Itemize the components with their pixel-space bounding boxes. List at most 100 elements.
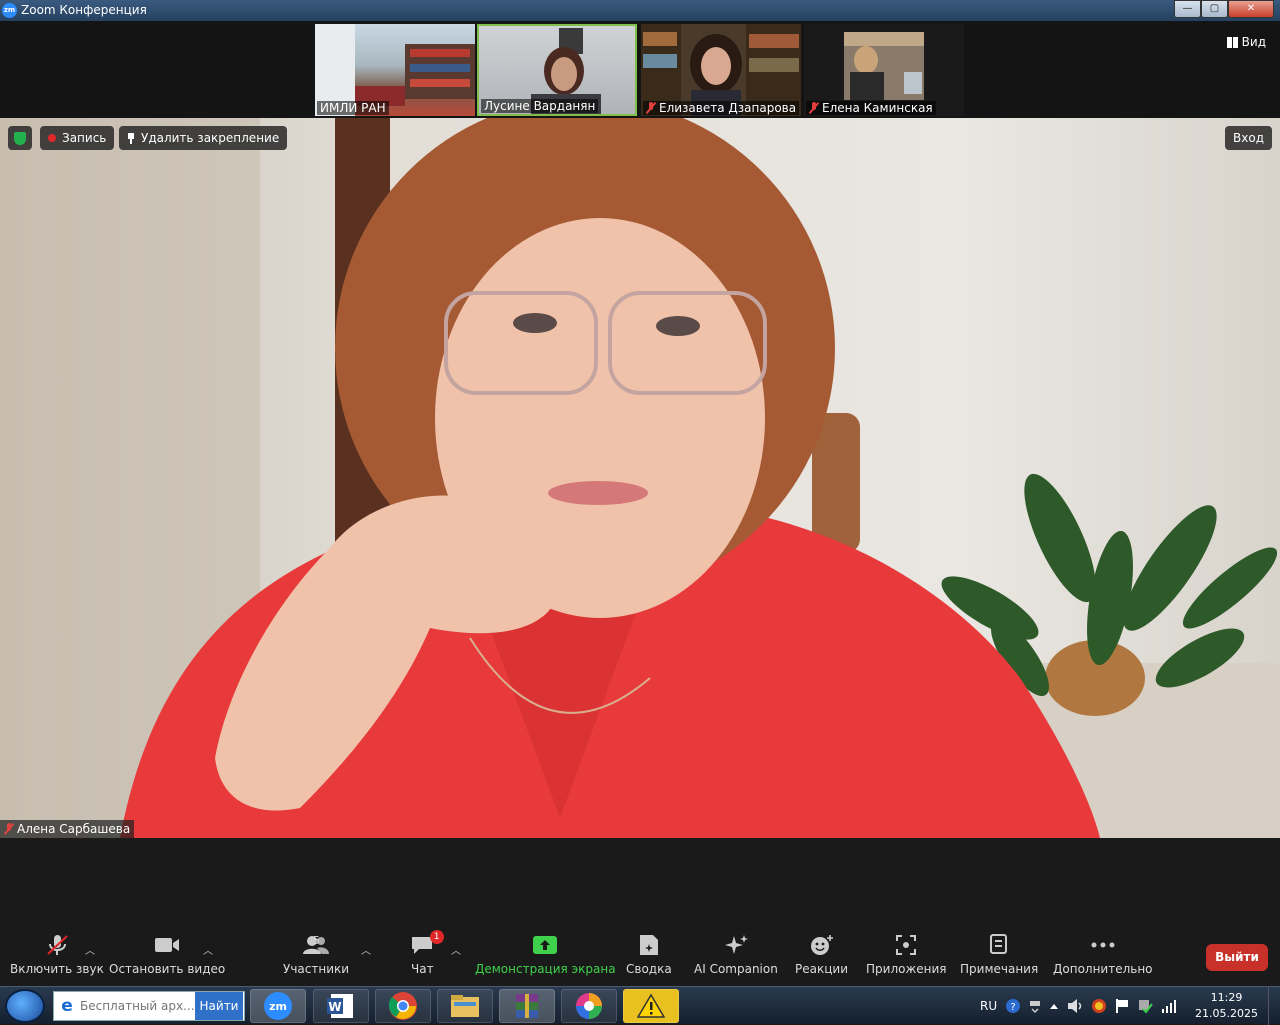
participant-tile[interactable]: Елена Каминская bbox=[804, 24, 964, 116]
apps-icon bbox=[866, 934, 947, 956]
unmute-label: Включить звук bbox=[10, 962, 104, 976]
stop-video-label: Остановить видео bbox=[109, 962, 226, 976]
maximize-button[interactable]: ▢ bbox=[1201, 0, 1228, 18]
video-options-chevron-icon[interactable]: ︿ bbox=[203, 942, 213, 957]
chat-options-chevron-icon[interactable]: ︿ bbox=[451, 942, 461, 957]
taskbar-explorer[interactable] bbox=[437, 989, 493, 1023]
participant-tile[interactable]: Елизавета Дзапарова bbox=[641, 24, 801, 116]
search-box[interactable]: e Найти bbox=[53, 991, 245, 1021]
security-badge[interactable] bbox=[8, 126, 32, 150]
participant-tile[interactable]: ИМЛИ РАН bbox=[315, 24, 475, 116]
share-screen-button[interactable]: Демонстрация экрана bbox=[475, 934, 616, 976]
ai-companion-button[interactable]: AI Companion bbox=[694, 934, 778, 976]
taskbar-chrome[interactable] bbox=[375, 989, 431, 1023]
summary-label: Сводка bbox=[626, 962, 672, 976]
ie-logo-icon: e bbox=[61, 996, 73, 1016]
pin-icon bbox=[127, 132, 135, 144]
recording-label: Запись bbox=[62, 131, 107, 145]
word-icon: W bbox=[327, 994, 353, 1018]
title-bar: zm Zoom Конференция — ▢ ✕ bbox=[0, 0, 1280, 21]
search-button[interactable]: Найти bbox=[195, 992, 243, 1020]
window-title: Zoom Конференция bbox=[21, 3, 147, 17]
zoom-app-icon: zm bbox=[2, 3, 17, 18]
audio-options-chevron-icon[interactable]: ︿ bbox=[85, 942, 95, 957]
participants-icon: 5 bbox=[283, 934, 349, 956]
more-label: Дополнительно bbox=[1053, 962, 1153, 976]
volume-icon[interactable] bbox=[1067, 998, 1083, 1014]
participant-name: ИМЛИ РАН bbox=[317, 101, 389, 115]
participant-name: Елена Каминская bbox=[806, 101, 936, 115]
participant-name: Лусине Варданян bbox=[481, 99, 599, 113]
clock-date: 21.05.2025 bbox=[1195, 1007, 1258, 1020]
taskbar-photos[interactable] bbox=[561, 989, 617, 1023]
chat-button[interactable]: 1 Чат bbox=[411, 930, 444, 976]
recording-dot-icon bbox=[48, 134, 56, 142]
antivirus-icon[interactable] bbox=[1091, 998, 1107, 1014]
participants-button[interactable]: 5 Участники bbox=[283, 934, 349, 976]
recording-indicator[interactable]: Запись bbox=[40, 126, 115, 150]
folder-icon bbox=[451, 995, 479, 1017]
chat-label: Чат bbox=[411, 962, 434, 976]
smiley-icon bbox=[795, 934, 848, 956]
security-check-icon[interactable] bbox=[1137, 998, 1153, 1014]
start-button[interactable] bbox=[5, 989, 45, 1023]
notes-label: Примечания bbox=[960, 962, 1039, 976]
reactions-label: Реакции bbox=[795, 962, 848, 976]
show-hidden-icons-icon[interactable] bbox=[1049, 1001, 1059, 1011]
mic-muted-icon bbox=[4, 823, 14, 835]
flag-icon[interactable] bbox=[1115, 998, 1129, 1014]
pinwheel-icon bbox=[576, 993, 602, 1019]
help-icon[interactable]: ? bbox=[1005, 998, 1021, 1014]
speaker-name: Алена Сарбашева bbox=[17, 822, 131, 836]
network-signal-icon[interactable] bbox=[1161, 999, 1177, 1013]
unpin-button[interactable]: Удалить закрепление bbox=[119, 126, 288, 150]
taskbar-word[interactable]: W bbox=[313, 989, 369, 1023]
main-video[interactable]: Запись Удалить закрепление Вход Алена Са… bbox=[0, 118, 1280, 838]
speaker-video-frame bbox=[0, 118, 1280, 838]
close-button[interactable]: ✕ bbox=[1228, 0, 1274, 18]
reactions-button[interactable]: Реакции bbox=[795, 934, 848, 976]
speaker-name-label: Алена Сарбашева bbox=[0, 820, 135, 838]
system-tray: RU ? bbox=[980, 987, 1177, 1025]
notes-button[interactable]: Примечания bbox=[960, 934, 1038, 976]
apps-label: Приложения bbox=[866, 962, 947, 976]
share-screen-label: Демонстрация экрана bbox=[475, 962, 616, 976]
clock-time: 11:29 bbox=[1210, 991, 1243, 1004]
taskbar-winrar[interactable] bbox=[499, 989, 555, 1023]
participants-count: 5 bbox=[313, 934, 320, 947]
show-desktop-button[interactable] bbox=[1268, 987, 1280, 1025]
warning-icon bbox=[637, 993, 665, 1018]
chat-icon: 1 bbox=[411, 930, 444, 956]
mic-muted-icon bbox=[646, 102, 656, 114]
taskbar-zoom[interactable]: zm bbox=[250, 989, 306, 1023]
more-button[interactable]: Дополнительно bbox=[1053, 934, 1153, 976]
view-button[interactable]: Вид bbox=[1226, 35, 1266, 49]
minimize-button[interactable]: — bbox=[1174, 0, 1201, 18]
language-indicator[interactable]: RU bbox=[980, 999, 997, 1013]
apps-button[interactable]: Приложения bbox=[866, 934, 947, 976]
leave-button[interactable]: Выйти bbox=[1206, 944, 1268, 971]
svg-text:W: W bbox=[328, 1000, 341, 1014]
more-dots-icon bbox=[1053, 934, 1153, 956]
summary-button[interactable]: Сводка bbox=[626, 934, 672, 976]
participant-tile[interactable]: Лусине Варданян bbox=[477, 24, 637, 116]
windows-taskbar: e Найти zm W RU ? 11:29 21.05.2025 bbox=[0, 986, 1280, 1025]
notes-icon bbox=[960, 934, 1038, 956]
grid-view-icon bbox=[1226, 36, 1238, 48]
share-screen-icon bbox=[475, 934, 616, 956]
clock[interactable]: 11:29 21.05.2025 bbox=[1195, 990, 1258, 1022]
shield-icon bbox=[14, 131, 26, 145]
zoom-icon: zm bbox=[264, 992, 292, 1020]
winrar-icon bbox=[516, 994, 538, 1018]
search-input[interactable] bbox=[80, 999, 195, 1013]
svg-text:?: ? bbox=[1010, 1002, 1015, 1013]
unpin-label: Удалить закрепление bbox=[141, 131, 280, 145]
mic-muted-icon bbox=[809, 102, 819, 114]
keyboard-settings-icon[interactable] bbox=[1029, 998, 1041, 1014]
enter-button[interactable]: Вход bbox=[1225, 126, 1272, 150]
svg-text:zm: zm bbox=[269, 1000, 287, 1013]
participants-options-chevron-icon[interactable]: ︿ bbox=[361, 942, 371, 957]
taskbar-warning[interactable] bbox=[623, 989, 679, 1023]
ai-sparkle-icon bbox=[694, 934, 778, 956]
summary-icon bbox=[626, 934, 672, 956]
